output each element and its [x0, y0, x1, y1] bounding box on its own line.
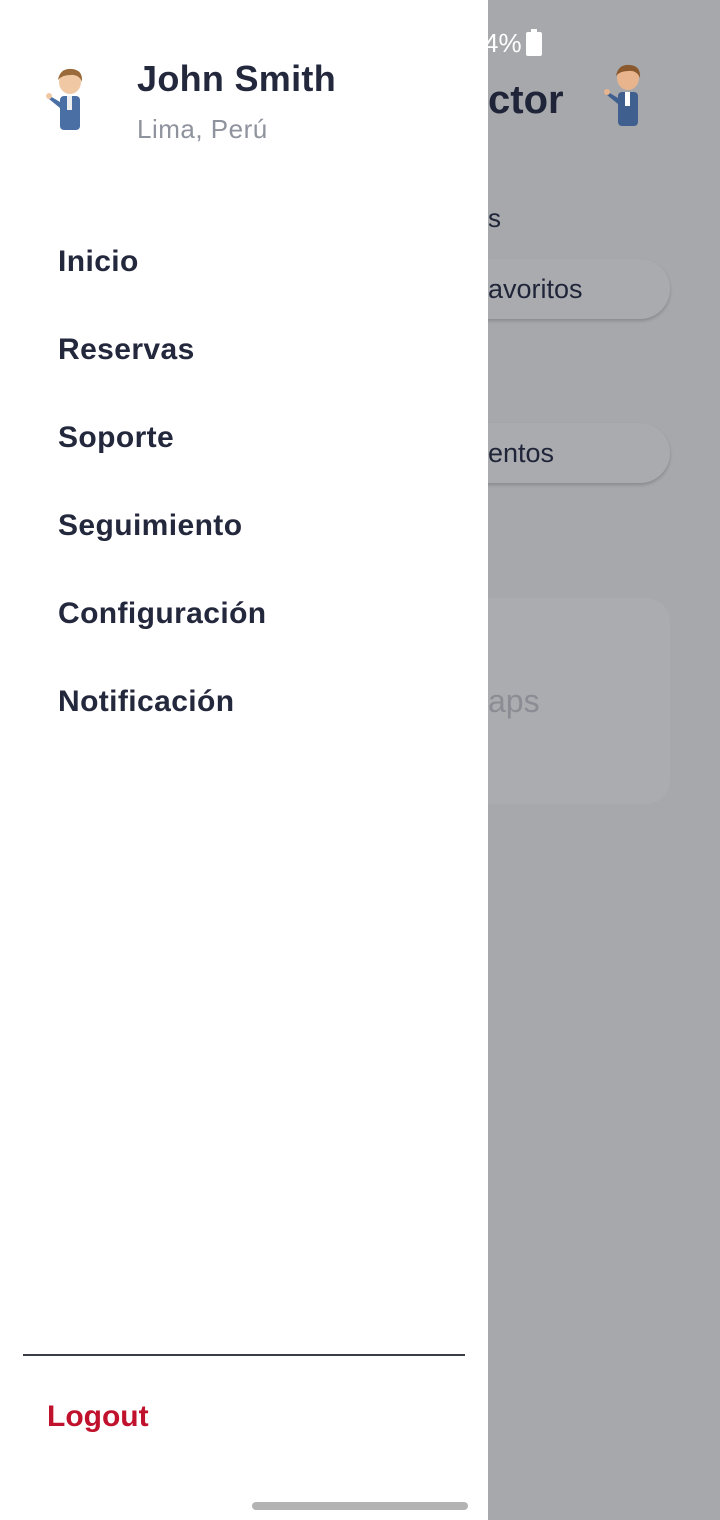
battery-charging-icon: [525, 28, 542, 56]
user-name: John Smith: [137, 58, 336, 99]
status-bar: 4%: [484, 28, 542, 59]
person-avatar-icon[interactable]: [46, 66, 92, 134]
menu-item-soporte[interactable]: Soporte: [0, 394, 488, 482]
background-title: ctor: [488, 78, 564, 122]
menu-item-configuracion[interactable]: Configuración: [0, 570, 488, 658]
menu-item-seguimiento[interactable]: Seguimiento: [0, 482, 488, 570]
background-avatar-icon: [604, 64, 641, 126]
battery-percent: 4%: [484, 28, 522, 58]
drawer-menu: Inicio Reservas Soporte Seguimiento Conf…: [0, 218, 488, 746]
menu-item-reservas[interactable]: Reservas: [0, 306, 488, 394]
menu-item-notificacion[interactable]: Notificación: [0, 658, 488, 746]
user-location: Lima, Perú: [137, 114, 268, 144]
logout-divider: [23, 1354, 465, 1356]
home-indicator[interactable]: [252, 1502, 468, 1510]
logout-button[interactable]: Logout: [47, 1400, 149, 1434]
menu-item-inicio[interactable]: Inicio: [0, 218, 488, 306]
navigation-drawer: John Smith Lima, Perú Inicio Reservas So…: [0, 0, 488, 1520]
background-section-label: s: [488, 203, 501, 233]
